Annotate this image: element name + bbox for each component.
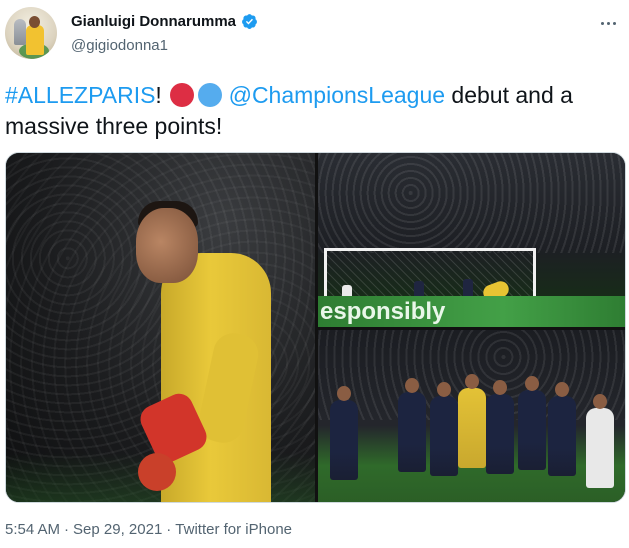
tweet-exclaim: ! xyxy=(155,82,162,108)
author-name-row[interactable]: Gianluigi Donnarumma xyxy=(71,13,258,30)
media-grid: esponsibly xyxy=(5,152,626,503)
display-name[interactable]: Gianluigi Donnarumma xyxy=(71,13,236,30)
tweet: Gianluigi Donnarumma @gigiodonna1 #ALLEZ… xyxy=(0,0,629,548)
mention-link[interactable]: @ChampionsLeague xyxy=(229,82,445,108)
more-options-icon[interactable] xyxy=(596,15,620,31)
author-handle[interactable]: @gigiodonna1 xyxy=(71,37,168,54)
blue-circle-emoji-icon xyxy=(198,83,223,107)
tweet-source[interactable]: Twitter for iPhone xyxy=(175,521,292,538)
verified-badge-icon xyxy=(242,14,257,29)
advertising-board-text: esponsibly xyxy=(320,298,446,325)
tweet-date[interactable]: Sep 29, 2021 xyxy=(73,521,162,538)
photo-goalkeeper-celebrating[interactable] xyxy=(6,153,315,502)
footer-separator: · xyxy=(166,521,172,538)
red-circle-emoji-icon xyxy=(170,83,195,107)
advertising-board: esponsibly xyxy=(318,296,625,327)
hashtag-link[interactable]: #ALLEZPARIS xyxy=(5,82,155,108)
tweet-text: #ALLEZPARIS! @ChampionsLeague debut and … xyxy=(5,80,625,142)
tweet-footer: 5:54 AM · Sep 29, 2021 · Twitter for iPh… xyxy=(5,521,292,538)
avatar[interactable] xyxy=(5,7,57,59)
footer-separator: · xyxy=(64,521,70,538)
tweet-time[interactable]: 5:54 AM xyxy=(5,521,60,538)
photo-team-celebration[interactable] xyxy=(318,330,625,502)
photo-goal-save[interactable]: esponsibly xyxy=(318,153,625,327)
